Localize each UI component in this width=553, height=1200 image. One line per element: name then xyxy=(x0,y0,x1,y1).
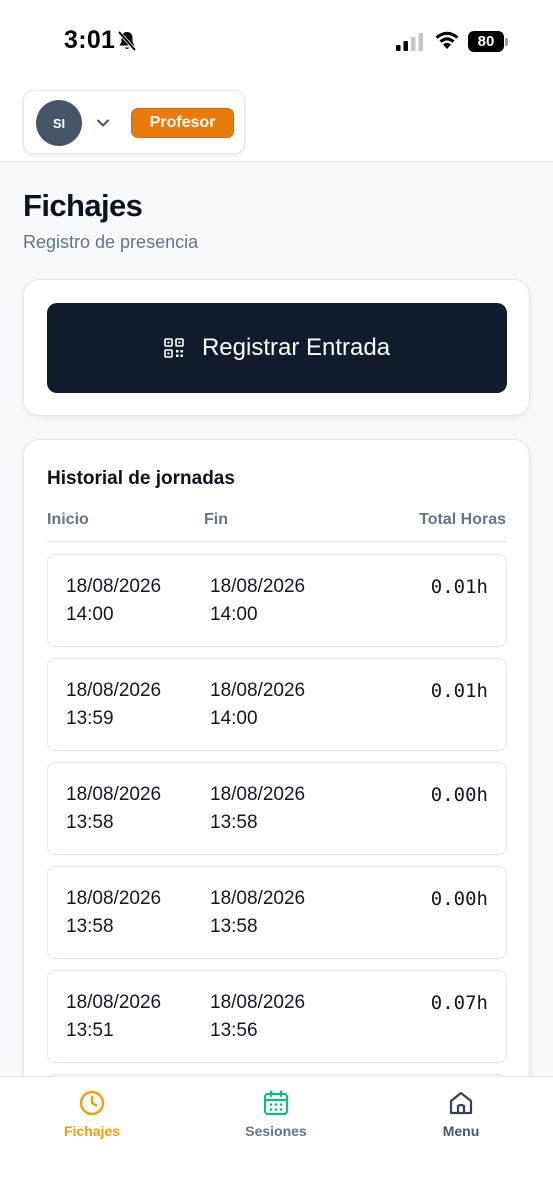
avatar-initials: SI xyxy=(52,115,66,131)
start-time: 14:00 xyxy=(66,604,114,625)
chevron-down-icon[interactable] xyxy=(95,115,111,131)
register-card: Registrar Entrada xyxy=(23,279,530,416)
signal-icon xyxy=(396,33,423,51)
role-badge-label: Profesor xyxy=(149,114,216,131)
page-subtitle: Registro de presencia xyxy=(23,232,199,252)
start-time: 13:58 xyxy=(66,916,114,937)
row-end: 18/08/2026 13:58 xyxy=(210,885,305,941)
total-hours: 0.00h xyxy=(430,888,488,910)
end-date: 18/08/2026 xyxy=(210,680,306,701)
history-row[interactable]: 18/08/2026 13:51 18/08/2026 13:56 0.07h xyxy=(47,970,507,1063)
row-start: 18/08/2026 13:51 xyxy=(66,989,161,1045)
end-time: 13:56 xyxy=(210,1020,258,1041)
clock-icon xyxy=(79,1090,105,1116)
status-time: 3:01 xyxy=(64,26,116,54)
qr-code-icon xyxy=(164,338,184,358)
nav-tab-fichajes[interactable]: Fichajes xyxy=(37,1089,147,1145)
total-hours: 0.07h xyxy=(430,992,488,1014)
start-time: 13:59 xyxy=(66,708,114,729)
end-time: 14:00 xyxy=(210,708,258,729)
column-header-fin: Fin xyxy=(204,511,228,528)
nav-label-sesiones: Sesiones xyxy=(245,1123,307,1139)
start-date: 18/08/2026 xyxy=(66,784,162,805)
total-hours: 0.01h xyxy=(430,576,488,598)
end-time: 13:58 xyxy=(210,916,258,937)
history-row[interactable]: 18/08/2026 14:00 18/08/2026 14:00 0.01h xyxy=(47,554,507,647)
battery-cap xyxy=(505,38,508,46)
battery-indicator: 80 xyxy=(468,31,504,52)
column-header-total-horas: Total Horas xyxy=(419,511,506,528)
page-title: Fichajes xyxy=(23,188,143,223)
history-card: Historial de jornadas Inicio Fin Total H… xyxy=(23,439,530,1139)
end-time: 13:58 xyxy=(210,812,258,833)
user-switcher[interactable]: SI Profesor xyxy=(23,90,245,154)
register-entry-label: Registrar Entrada xyxy=(201,334,391,361)
history-row[interactable]: 18/08/2026 13:58 18/08/2026 13:58 0.00h xyxy=(47,866,507,959)
history-title: Historial de jornadas xyxy=(47,468,235,489)
app-header: SI Profesor xyxy=(0,82,553,162)
header-divider xyxy=(47,541,507,542)
row-start: 18/08/2026 13:58 xyxy=(66,885,161,941)
end-date: 18/08/2026 xyxy=(210,992,306,1013)
start-date: 18/08/2026 xyxy=(66,680,162,701)
start-time: 13:51 xyxy=(66,1020,114,1041)
total-hours: 0.01h xyxy=(430,680,488,702)
nav-label-fichajes: Fichajes xyxy=(63,1123,121,1139)
bottom-nav: Fichajes Sesiones Menu xyxy=(0,1076,553,1200)
calendar-icon xyxy=(263,1090,289,1116)
history-row[interactable]: 18/08/2026 13:59 18/08/2026 14:00 0.01h xyxy=(47,658,507,751)
row-end: 18/08/2026 14:00 xyxy=(210,677,305,733)
row-end: 18/08/2026 14:00 xyxy=(210,573,305,629)
start-date: 18/08/2026 xyxy=(66,992,162,1013)
column-header-inicio: Inicio xyxy=(47,511,89,528)
battery-level: 80 xyxy=(477,33,495,50)
row-end: 18/08/2026 13:58 xyxy=(210,781,305,837)
nav-tab-menu[interactable]: Menu xyxy=(406,1089,516,1145)
avatar[interactable]: SI xyxy=(36,100,82,146)
row-end: 18/08/2026 13:56 xyxy=(210,989,305,1045)
nav-tab-sesiones[interactable]: Sesiones xyxy=(221,1089,331,1145)
nav-label-menu: Menu xyxy=(442,1123,480,1139)
role-badge[interactable]: Profesor xyxy=(131,108,234,138)
start-date: 18/08/2026 xyxy=(66,888,162,909)
history-row[interactable]: 18/08/2026 13:58 18/08/2026 13:58 0.00h xyxy=(47,762,507,855)
total-hours: 0.00h xyxy=(430,784,488,806)
register-entry-button[interactable]: Registrar Entrada xyxy=(47,303,507,393)
status-bar: 3:01 80 xyxy=(0,0,553,82)
row-start: 18/08/2026 14:00 xyxy=(66,573,161,629)
start-date: 18/08/2026 xyxy=(66,576,162,597)
end-date: 18/08/2026 xyxy=(210,576,306,597)
end-date: 18/08/2026 xyxy=(210,888,306,909)
home-icon xyxy=(449,1091,473,1115)
row-start: 18/08/2026 13:59 xyxy=(66,677,161,733)
row-start: 18/08/2026 13:58 xyxy=(66,781,161,837)
bell-off-icon xyxy=(117,30,137,52)
start-time: 13:58 xyxy=(66,812,114,833)
wifi-icon xyxy=(435,31,459,49)
end-date: 18/08/2026 xyxy=(210,784,306,805)
end-time: 14:00 xyxy=(210,604,258,625)
